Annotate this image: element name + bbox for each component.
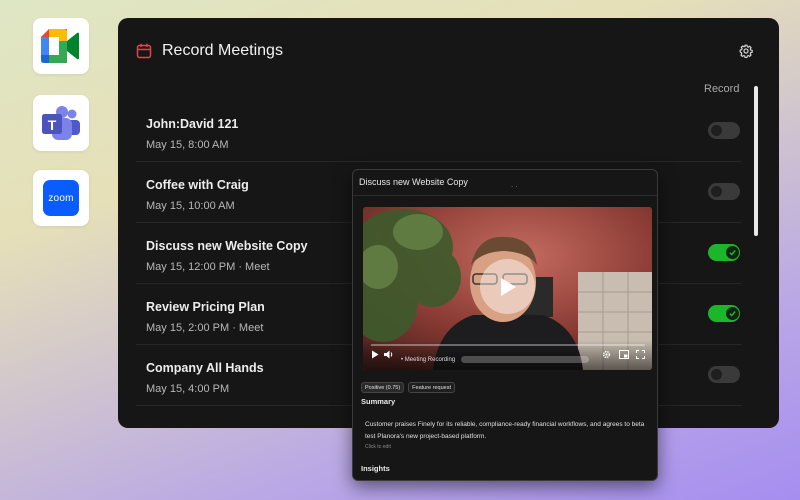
check-icon [729, 311, 736, 317]
video-player[interactable]: • Meeting Recording [363, 207, 652, 370]
gear-icon [739, 44, 753, 59]
meeting-time: May 15, 12:00 PM · Meet [146, 261, 270, 273]
panel-header: Record Meetings [136, 42, 283, 60]
gear-icon [602, 350, 611, 359]
meeting-title: Coffee with Craig [146, 178, 249, 192]
google-meet-icon [41, 29, 79, 63]
drag-handle[interactable]: . . [511, 180, 518, 189]
record-column-label: Record [704, 83, 740, 95]
summary-text[interactable]: Customer praises Finely for its reliable… [365, 419, 650, 443]
record-toggle[interactable] [708, 244, 740, 261]
settings-button[interactable] [739, 44, 753, 63]
meeting-time: May 15, 4:00 PM [146, 383, 230, 395]
meeting-title: John:David 121 [146, 117, 239, 131]
recording-label: • Meeting Recording [401, 357, 456, 363]
summary-heading: Summary [361, 397, 396, 406]
play-icon [500, 277, 516, 296]
picture-in-picture-button[interactable] [619, 346, 629, 364]
meeting-row[interactable]: John:David 121 May 15, 8:00 AM [136, 101, 742, 162]
popup-title: Discuss new Website Copy [359, 177, 468, 187]
record-toggle[interactable] [708, 183, 740, 200]
video-settings-button[interactable] [602, 346, 611, 364]
recording-title-placeholder [461, 356, 589, 363]
play-button[interactable] [480, 259, 535, 314]
fullscreen-icon [636, 350, 645, 359]
record-toggle[interactable] [708, 366, 740, 383]
google-meet-app[interactable] [33, 18, 89, 74]
play-control[interactable] [371, 346, 379, 364]
tag-list: Positive (0.75) Feature request [361, 382, 455, 393]
meeting-time: May 15, 10:00 AM [146, 200, 235, 212]
pip-icon [619, 350, 629, 359]
volume-control[interactable] [384, 346, 395, 364]
record-toggle[interactable] [708, 122, 740, 139]
meeting-title: Company All Hands [146, 361, 264, 375]
volume-icon [384, 350, 393, 359]
divider [353, 195, 657, 196]
panel-title: Record Meetings [162, 42, 283, 59]
meeting-time: May 15, 8:00 AM [146, 139, 229, 151]
sentiment-tag: Positive (0.75) [361, 382, 405, 393]
meeting-title: Discuss new Website Copy [146, 239, 308, 253]
click-to-edit-hint: Click to edit [365, 444, 391, 450]
meeting-time: May 15, 2:00 PM · Meet [146, 322, 264, 334]
scrollbar[interactable] [754, 86, 758, 236]
check-icon [729, 250, 736, 256]
play-small-icon [372, 350, 379, 359]
meeting-detail-popup: Discuss new Website Copy . . • Meeting R… [352, 169, 658, 481]
teams-icon: T [42, 106, 80, 140]
svg-text:T: T [48, 117, 57, 133]
category-tag: Feature request [408, 382, 455, 393]
zoom-app[interactable]: zoom [33, 170, 89, 226]
fullscreen-button[interactable] [636, 346, 645, 364]
teams-app[interactable]: T [33, 95, 89, 151]
insights-heading: Insights [361, 464, 390, 473]
zoom-icon: zoom [43, 180, 79, 216]
record-toggle[interactable] [708, 305, 740, 322]
calendar-icon [136, 43, 152, 59]
meeting-title: Review Pricing Plan [146, 300, 265, 314]
